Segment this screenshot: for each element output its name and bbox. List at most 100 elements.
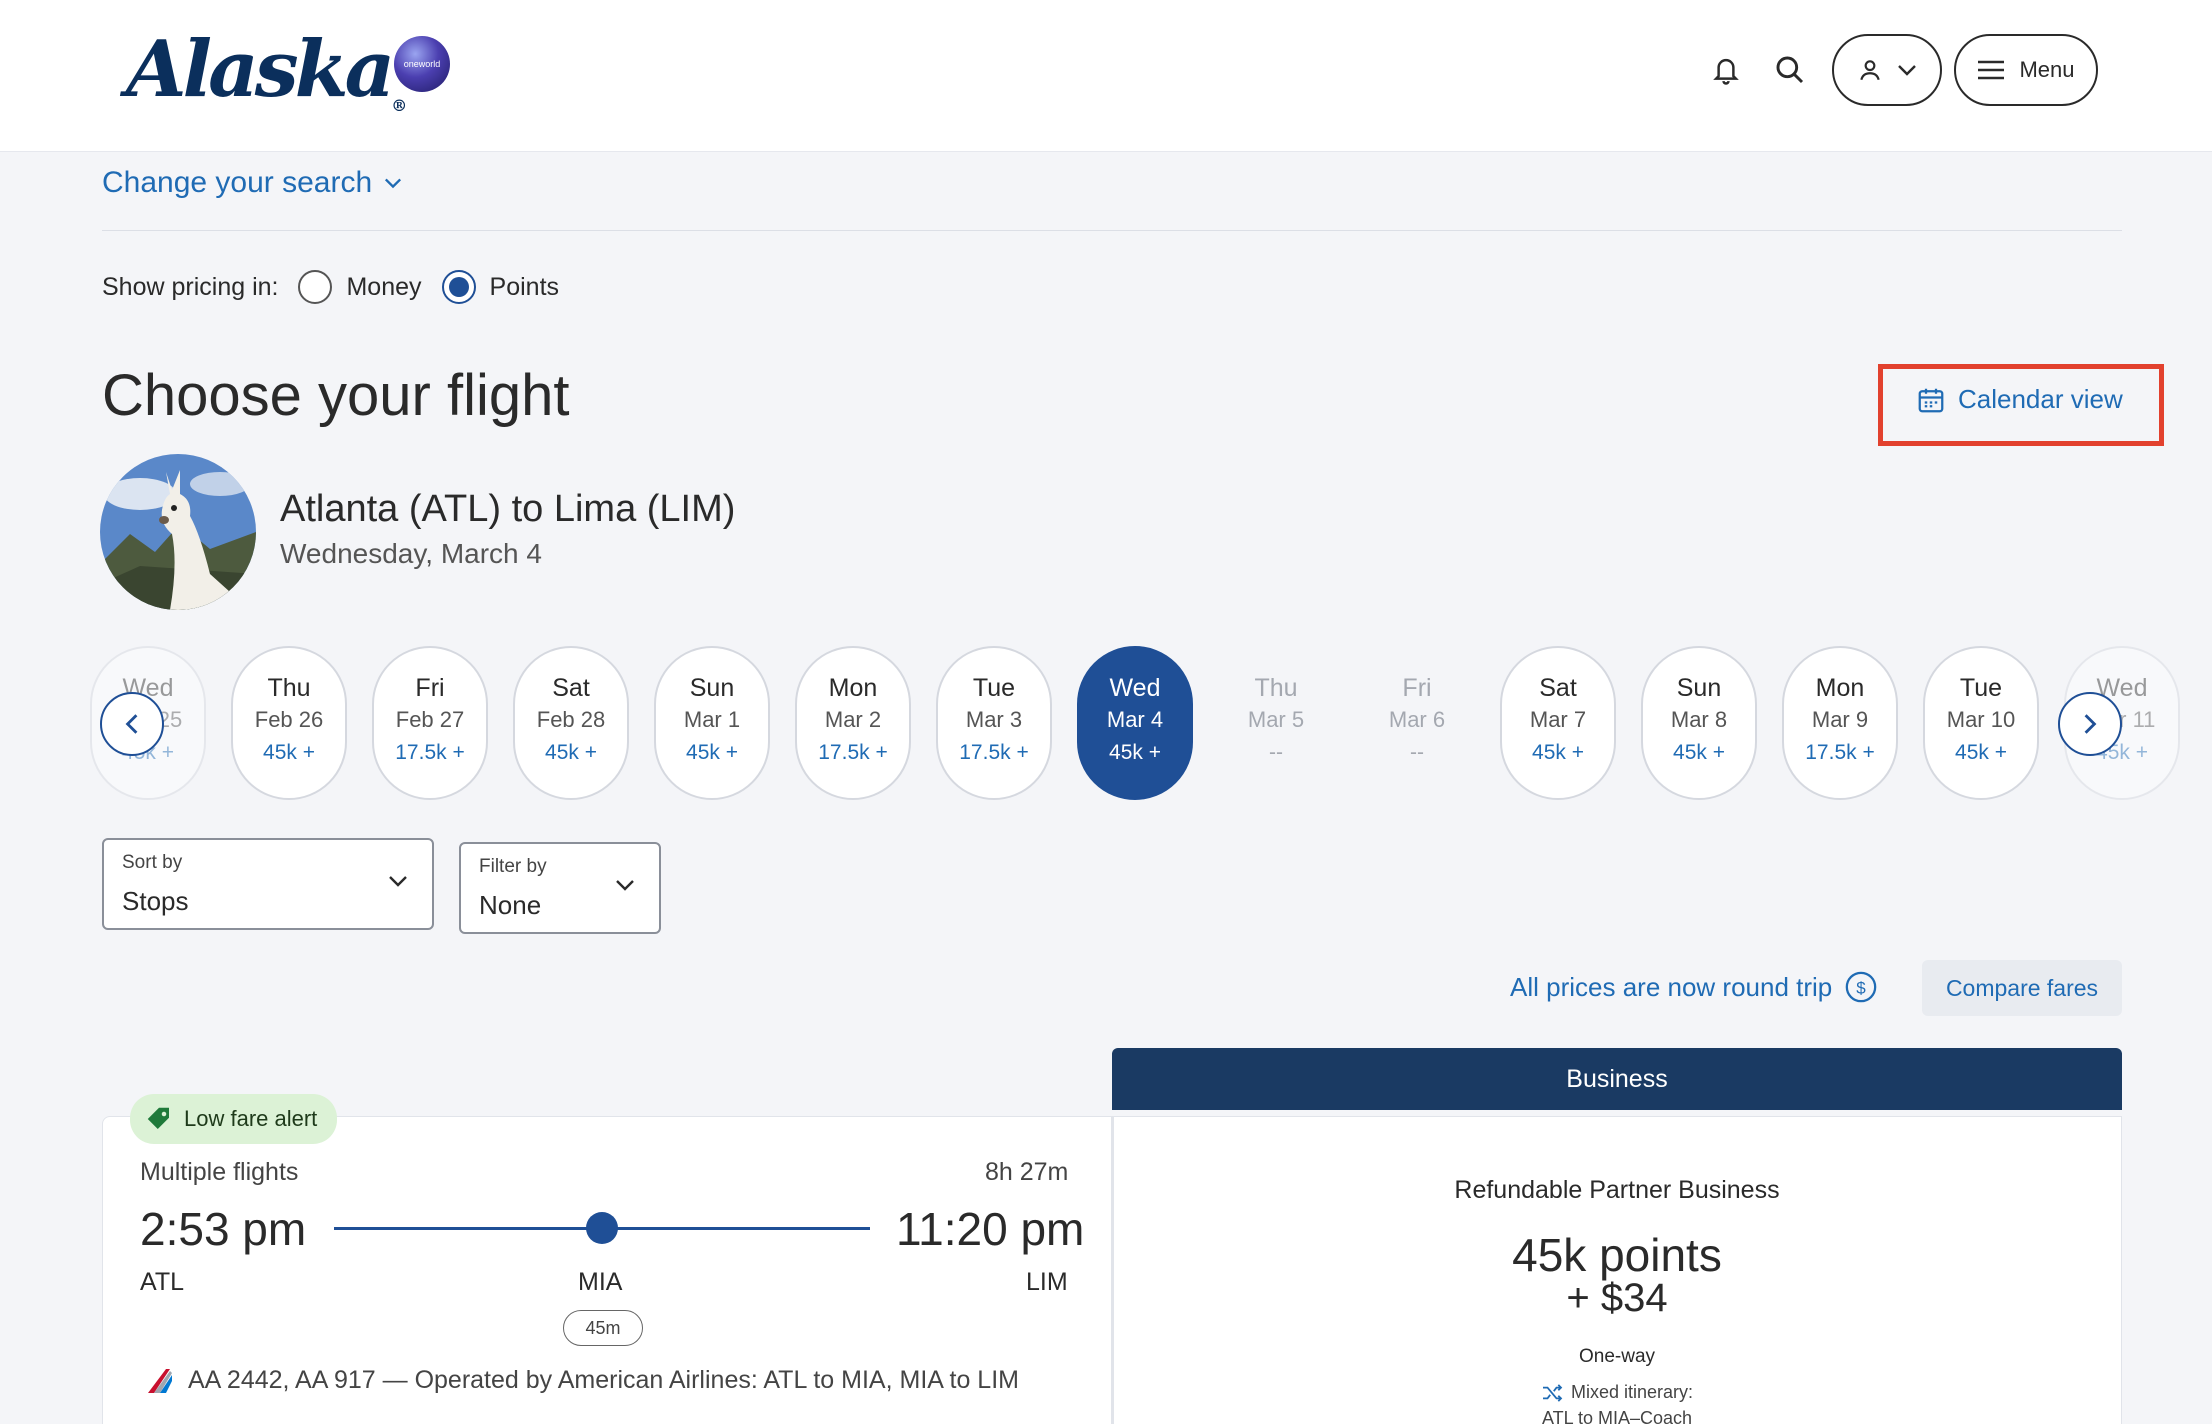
date-option-day: Tue: [1959, 674, 2003, 702]
fare-name: Refundable Partner Business: [1454, 1176, 1780, 1204]
date-option-price: 17.5k +: [395, 741, 465, 764]
route-title: Atlanta (ATL) to Lima (LIM): [280, 488, 736, 530]
operated-by: AA 2442, AA 917 — Operated by American A…: [144, 1366, 1019, 1395]
date-option-date: Feb 26: [254, 707, 324, 732]
date-option-date: Mar 8: [1670, 707, 1728, 732]
date-option-date: Mar 6: [1388, 707, 1446, 732]
connection-code: MIA: [578, 1268, 623, 1296]
destination-code: LIM: [1026, 1268, 1068, 1296]
date-option[interactable]: Mon Mar 2 17.5k +: [795, 646, 911, 800]
date-option[interactable]: Tue Mar 10 45k +: [1923, 646, 2039, 800]
date-option[interactable]: Wed Mar 4 45k +: [1077, 646, 1193, 800]
date-option-date: Mar 2: [824, 707, 882, 732]
date-option[interactable]: Fri Feb 27 17.5k +: [372, 646, 488, 800]
date-option[interactable]: Sun Mar 8 45k +: [1641, 646, 1757, 800]
chevron-down-icon: [1898, 65, 1916, 76]
price-tag-icon: [147, 1107, 169, 1129]
shuffle-icon: [1542, 1383, 1563, 1402]
round-trip-note[interactable]: All prices are now round trip $: [1510, 970, 1878, 1004]
date-option[interactable]: Mon Mar 9 17.5k +: [1782, 646, 1898, 800]
page-title: Choose your flight: [102, 363, 570, 428]
user-icon: [1860, 60, 1880, 81]
date-option-day: Mon: [828, 674, 878, 702]
next-dates-button[interactable]: [2058, 692, 2122, 756]
date-option-day: Mon: [1815, 674, 1865, 702]
date-option[interactable]: Sat Mar 7 45k +: [1500, 646, 1616, 800]
connection-dot: [586, 1212, 618, 1244]
date-option-date: Mar 10: [1946, 707, 2016, 732]
date-option-date: Mar 3: [965, 707, 1023, 732]
date-option[interactable]: Thu Feb 26 45k +: [231, 646, 347, 800]
flight-type: Multiple flights: [140, 1158, 299, 1186]
date-option-date: Feb 28: [536, 707, 606, 732]
hamburger-icon: [1978, 60, 2005, 80]
date-option-day: Sun: [1676, 674, 1722, 702]
account-menu-button[interactable]: [1832, 34, 1942, 106]
american-airlines-icon: [148, 1368, 172, 1393]
menu-label: Menu: [2019, 57, 2075, 82]
date-option-price: 17.5k +: [959, 741, 1029, 764]
svg-text:$: $: [1857, 978, 1867, 997]
calendar-icon: [1918, 388, 1944, 412]
chevron-left-icon: [125, 714, 138, 734]
search-icon[interactable]: [1770, 50, 1810, 90]
flight-duration: 8h 27m: [985, 1158, 1069, 1186]
fare-trip-type: One-way: [1578, 1346, 1656, 1367]
dollar-circle-icon: $: [1845, 971, 1877, 1003]
route-date: Wednesday, March 4: [280, 538, 542, 569]
date-option-price: --: [1269, 741, 1283, 764]
date-option-day: Tue: [972, 674, 1016, 702]
alaska-logo[interactable]: Alaska®: [126, 24, 407, 115]
sort-by-select[interactable]: Sort by Stops: [102, 838, 434, 930]
cabin-header-business: Business: [1112, 1048, 2122, 1110]
chevron-down-icon: [616, 880, 634, 891]
calendar-view-button[interactable]: Calendar view: [1916, 384, 2123, 415]
points-radio[interactable]: [441, 270, 476, 304]
oneworld-logo: oneworld: [394, 36, 450, 92]
arrival-time: 11:20 pm: [896, 1203, 1085, 1255]
fare-cash: + $34: [1566, 1276, 1668, 1320]
money-label[interactable]: Money: [346, 273, 421, 302]
date-option-day: Fri: [415, 674, 445, 702]
date-option-price: 45k +: [1955, 741, 2007, 764]
previous-dates-button[interactable]: [100, 692, 164, 756]
date-option-date: Mar 5: [1247, 707, 1305, 732]
date-option-day: Sat: [1539, 674, 1577, 702]
date-option[interactable]: Sat Feb 28 45k +: [513, 646, 629, 800]
notifications-bell-icon[interactable]: [1706, 50, 1746, 90]
date-option-price: 17.5k +: [1805, 741, 1875, 764]
menu-button[interactable]: Menu: [1954, 34, 2098, 106]
mixed-itinerary: Mixed itinerary:: [1112, 1382, 2122, 1403]
date-option-date: Mar 4: [1106, 707, 1164, 732]
date-option: Thu Mar 5 --: [1218, 646, 1334, 800]
filter-by-select[interactable]: Filter by None: [459, 842, 661, 934]
money-radio[interactable]: [298, 270, 333, 304]
site-header: Alaska® oneworld Menu: [0, 0, 2212, 152]
points-label[interactable]: Points: [490, 273, 559, 302]
date-option-day: Sun: [689, 674, 735, 702]
chevron-right-icon: [2084, 714, 2097, 734]
date-option-date: Mar 9: [1811, 707, 1869, 732]
mixed-itinerary-detail: ATL to MIA–Coach: [1541, 1408, 1693, 1424]
chevron-down-icon: [385, 178, 402, 189]
low-fare-alert-badge: Low fare alert: [130, 1094, 338, 1144]
date-option-price: 45k +: [1673, 741, 1725, 764]
date-option-price: 45k +: [545, 741, 597, 764]
departure-time: 2:53 pm: [140, 1203, 307, 1255]
compare-fares-button[interactable]: Compare fares: [1922, 960, 2122, 1016]
date-option[interactable]: Tue Mar 3 17.5k +: [936, 646, 1052, 800]
date-option-price: 45k +: [1109, 741, 1161, 764]
divider: [102, 230, 2122, 231]
date-option[interactable]: Sun Mar 1 45k +: [654, 646, 770, 800]
chevron-down-icon: [389, 876, 407, 887]
destination-image: [100, 454, 256, 610]
date-option-price: 45k +: [686, 741, 738, 764]
date-option-price: 45k +: [263, 741, 315, 764]
date-option-date: Mar 1: [683, 707, 741, 732]
date-option-day: Wed: [1109, 674, 1161, 702]
change-search-link[interactable]: Change your search: [102, 166, 402, 200]
date-option-day: Thu: [267, 674, 311, 702]
date-option-day: Fri: [1402, 674, 1432, 702]
date-option-date: Feb 27: [395, 707, 465, 732]
date-option-day: Thu: [1254, 674, 1298, 702]
